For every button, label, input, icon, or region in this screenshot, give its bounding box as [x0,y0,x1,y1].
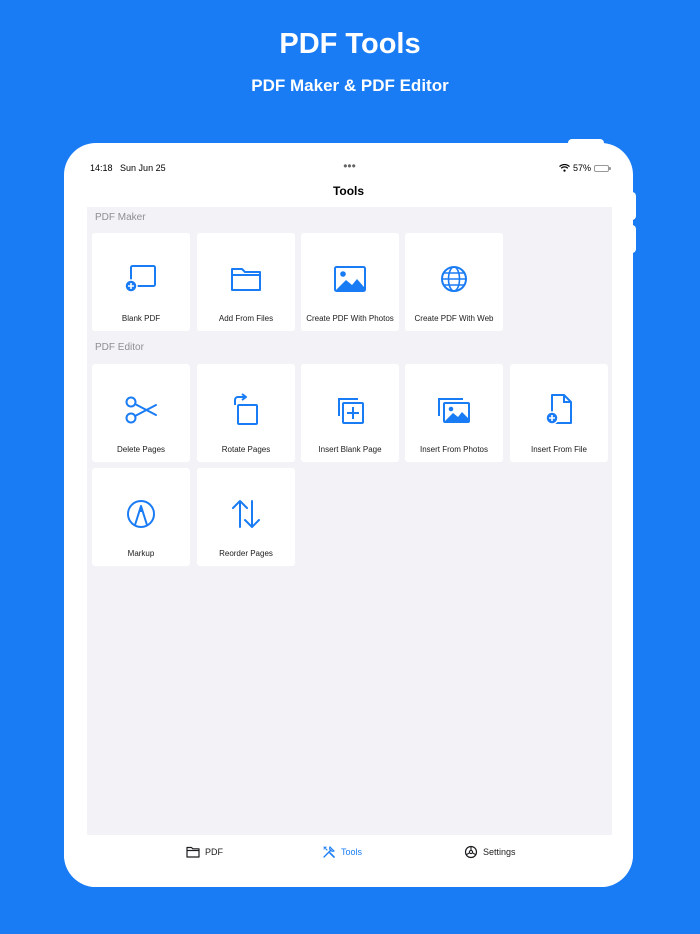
battery-percent: 57% [572,163,591,173]
tablet-screen: 14:18 Sun Jun 25 ••• 57% Tools PDF Maker… [64,143,633,887]
tool-insert-blank-page[interactable]: Insert Blank Page [301,364,399,462]
multitasking-dots[interactable]: ••• [343,159,356,173]
tool-markup[interactable]: Markup [92,468,190,566]
tools-icon [323,846,335,858]
status-bar: 14:18 Sun Jun 25 ••• 57% [90,159,611,175]
folder-icon [231,268,261,291]
tool-insert-from-file[interactable]: Insert From File [510,364,608,462]
page-title: Tools [332,184,365,198]
file-add-icon [545,394,572,425]
insert-blank-page-icon [338,398,364,424]
marketing-subtitle: PDF Maker & PDF Editor [251,76,449,95]
tool-insert-from-photos[interactable]: Insert From Photos [405,364,503,462]
settings-icon [464,845,478,859]
tab-label: PDF [205,847,223,857]
markup-pen-icon [127,500,155,528]
tools-content: PDF Maker Blank PDF Add From Files Creat [87,207,612,835]
section-label-pdf-maker: PDF Maker [95,212,146,223]
tool-delete-pages[interactable]: Delete Pages [92,364,190,462]
globe-icon [441,266,467,292]
tab-bar: PDF Tools Settings [64,835,633,887]
tool-label: Create PDF With Web [414,314,494,323]
battery-icon [594,164,611,172]
tool-label: Insert Blank Page [318,445,382,454]
tool-add-from-files[interactable]: Add From Files [197,233,295,331]
tool-rotate-pages[interactable]: Rotate Pages [197,364,295,462]
tool-label: Insert From File [530,445,587,454]
tab-label: Tools [341,847,363,857]
status-right: 57% [559,163,611,173]
tab-tools[interactable]: Tools [322,845,362,859]
photo-icon [334,266,366,292]
marketing-title: PDF Tools [279,28,421,60]
tool-label: Rotate Pages [221,445,271,454]
scissors-icon [125,396,157,424]
tool-label: Insert From Photos [419,445,489,454]
tool-blank-pdf[interactable]: Blank PDF [92,233,190,331]
wifi-icon [559,164,570,172]
tab-label: Settings [483,847,516,857]
tab-pdf[interactable]: PDF [186,845,223,859]
rotate-icon [234,393,258,425]
photos-stack-icon [438,398,470,423]
tool-label: Delete Pages [116,445,166,454]
tool-reorder-pages[interactable]: Reorder Pages [197,468,295,566]
reorder-arrows-icon [232,500,260,528]
section-label-pdf-editor: PDF Editor [95,342,144,353]
tool-label: Blank PDF [121,314,161,323]
folder-icon [186,846,200,858]
tab-settings[interactable]: Settings [464,845,516,859]
status-time-date: 14:18 Sun Jun 25 [90,163,166,173]
tool-label: Markup [127,549,155,558]
blank-pdf-icon [124,265,156,293]
tool-label: Create PDF With Photos [306,314,394,323]
tool-label: Add From Files [218,314,274,323]
tool-label: Reorder Pages [219,549,273,558]
tool-create-pdf-with-photos[interactable]: Create PDF With Photos [301,233,399,331]
tool-create-pdf-with-web[interactable]: Create PDF With Web [405,233,503,331]
